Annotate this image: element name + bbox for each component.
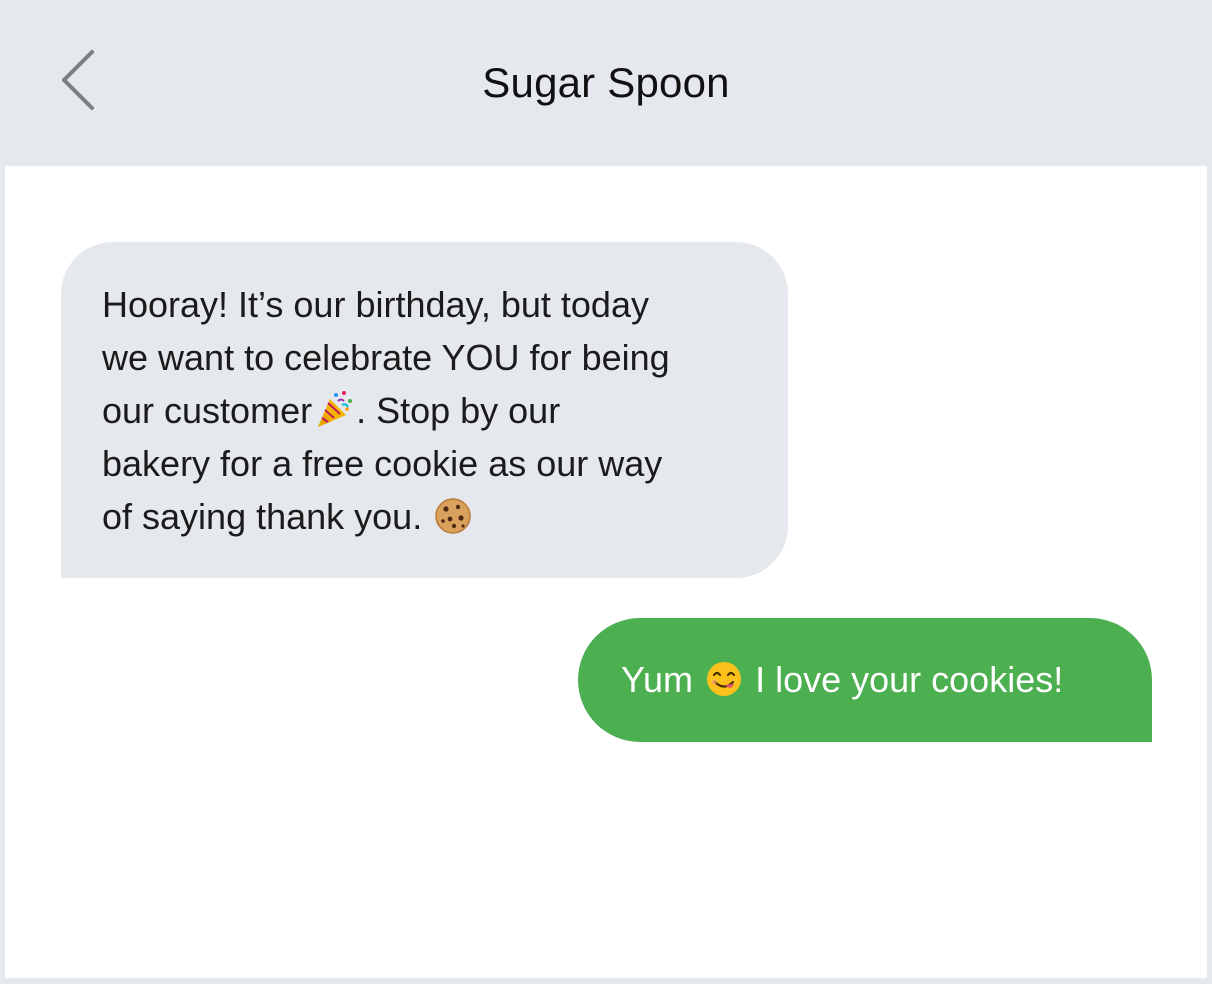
cookie-icon xyxy=(434,497,472,535)
incoming-message-bubble: Hooray! It’s our birthday, but today we … xyxy=(61,242,788,578)
message-text: Yum xyxy=(621,659,694,700)
message-text: I love your cookies! xyxy=(755,659,1064,700)
message-thread[interactable]: Hooray! It’s our birthday, but today we … xyxy=(5,166,1207,978)
message-line: our customer . Stop by our xyxy=(102,389,561,431)
conversation-title: Sugar Spoon xyxy=(482,59,730,106)
message-line: bakery for a free cookie as our way xyxy=(102,443,663,484)
message-line: we want to celebrate YOU for being xyxy=(102,337,670,378)
message-line: Hooray! It’s our birthday, but today xyxy=(102,284,649,325)
chat-header: Sugar Spoon xyxy=(0,0,1212,166)
outgoing-message-bubble: Yum I love your cookies! xyxy=(578,618,1152,742)
message-line: of saying thank you. xyxy=(102,490,748,543)
yum-face-icon xyxy=(705,660,743,698)
party-popper-icon xyxy=(314,389,354,429)
